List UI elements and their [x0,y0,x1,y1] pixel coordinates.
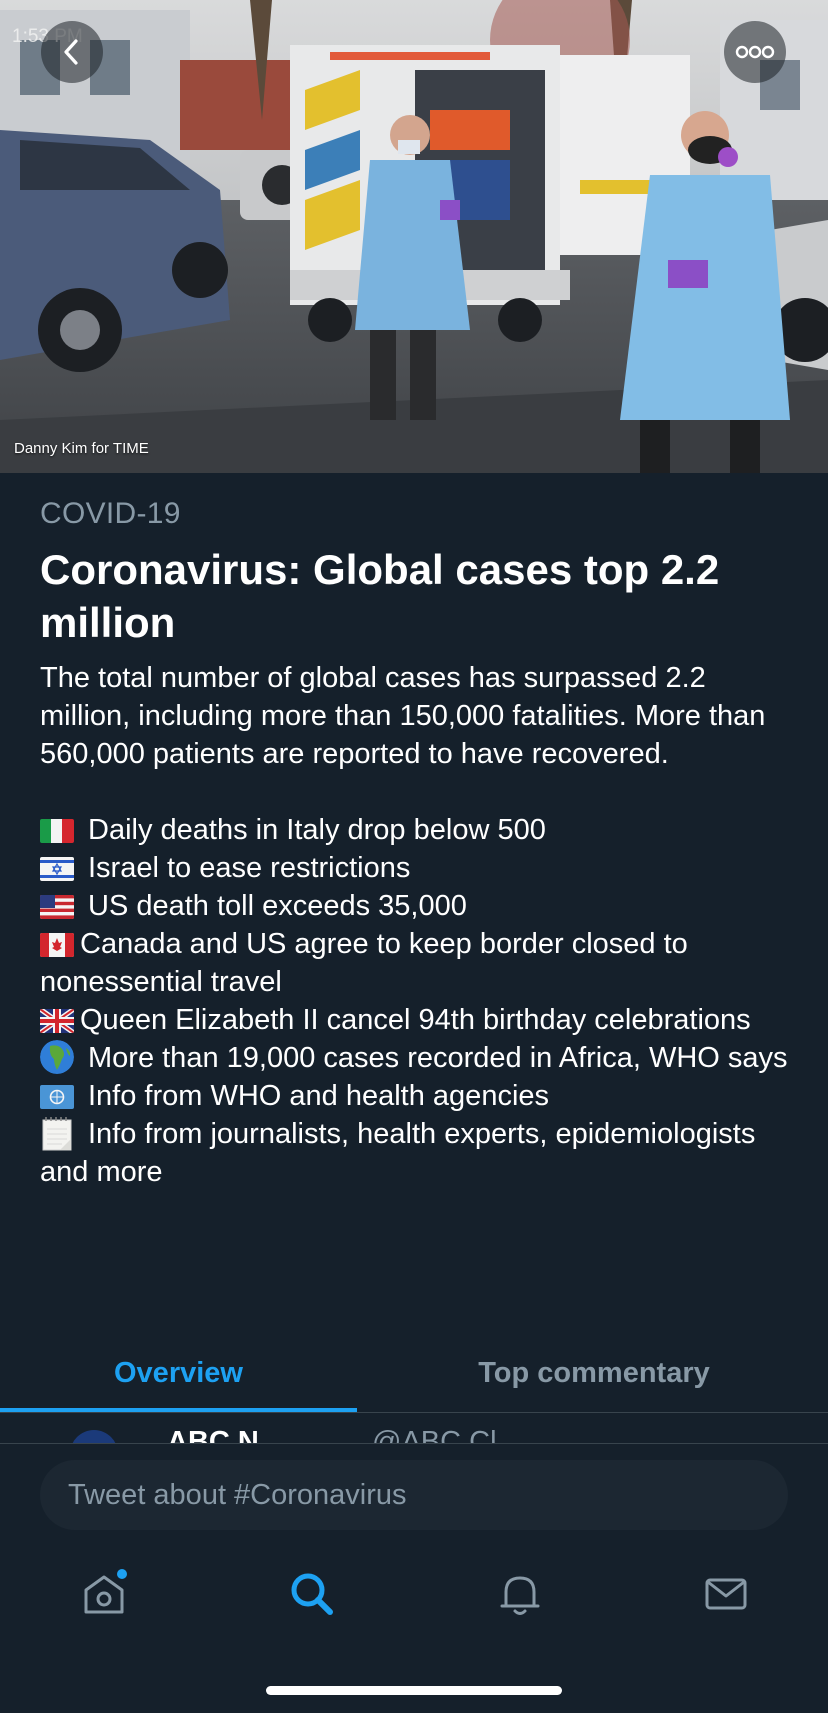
event-category: COVID-19 [40,497,181,530]
event-description: The total number of global cases has sur… [40,662,766,770]
bullet-text: US death toll exceeds 35,000 [88,890,467,922]
bullet-item: Queen Elizabeth II cancel 94th birthday … [40,1001,800,1039]
bullet-item: Canada and US agree to keep border close… [40,925,800,1001]
bullet-item: Info from journalists, health experts, e… [40,1115,800,1191]
compose-tweet-box[interactable] [40,1460,788,1530]
italy-flag-icon [40,819,74,843]
nav-messages-button[interactable] [696,1564,756,1624]
photo-credit: Danny Kim for TIME [14,440,149,457]
bullet-text: Israel to ease restrictions [88,852,411,884]
un-flag-icon [40,1085,74,1109]
tweet-author-handle: @ABC Cl [372,1426,497,1444]
tweet-author-name: ABC N [167,1426,259,1444]
canada-flag-icon [40,933,74,957]
bullet-list: Daily deaths in Italy drop below 500 Isr… [40,811,800,1191]
bullet-text: Daily deaths in Italy drop below 500 [88,814,546,846]
notifications-icon [500,1576,540,1615]
uk-flag-icon [40,1009,74,1033]
bullet-item: Daily deaths in Italy drop below 500 [40,811,800,849]
nav-notifications-button[interactable] [490,1564,550,1624]
event-title: Coronavirus: Global cases top 2.2 millio… [40,546,720,646]
globe-africa-icon [40,1040,74,1074]
event-tabs: Overview Top commentary [0,1334,828,1413]
compose-tweet-input[interactable] [66,1477,750,1513]
avatar[interactable] [70,1430,118,1444]
us-flag-icon [40,895,74,919]
bullet-text: Info from WHO and health agencies [88,1080,550,1112]
bullet-text: Queen Elizabeth II cancel 94th birthday … [80,1004,751,1036]
home-icon [84,1569,127,1614]
event-summary: COVID-19 Coronavirus: Global cases top 2… [40,497,800,1191]
back-button[interactable] [41,21,103,83]
bullet-text: Canada and US agree to keep border close… [40,928,688,998]
bullet-item: Info from WHO and health agencies [40,1077,800,1115]
messages-icon [705,1578,747,1610]
chevron-left-icon [64,39,78,65]
notepad-icon [40,1117,74,1151]
search-icon [291,1573,333,1615]
bullet-text: More than 19,000 cases recorded in Afric… [88,1042,788,1074]
tweet-preview[interactable]: ABC N @ABC Cl [0,1412,828,1444]
tab-overview[interactable]: Overview [0,1334,357,1412]
more-dots-icon [735,45,775,59]
bottom-bar [0,1443,828,1713]
bullet-item: More than 19,000 cases recorded in Afric… [40,1039,800,1077]
bullet-item: Israel to ease restrictions [40,849,800,887]
israel-flag-icon [40,857,74,881]
nav-home-button[interactable] [74,1564,134,1624]
bullet-item: US death toll exceeds 35,000 [40,887,800,925]
home-indicator[interactable] [266,1686,562,1695]
more-options-button[interactable] [724,21,786,83]
hero-photo-illustration [0,0,828,473]
nav-search-button[interactable] [282,1564,342,1624]
tab-top-commentary[interactable]: Top commentary [414,1334,774,1412]
hero-photo: 1:53 PM Danny Kim for TIME [0,0,828,473]
bullet-text: Info from journalists, health experts, e… [40,1118,756,1188]
